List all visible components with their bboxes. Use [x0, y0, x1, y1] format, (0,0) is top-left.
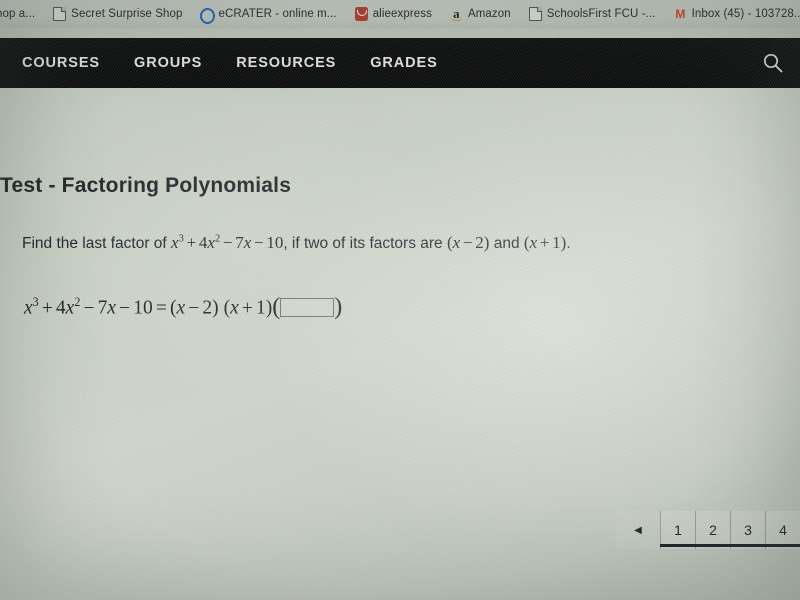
- site-navigation-bar: COURSES GROUPS RESOURCES GRADES: [0, 38, 800, 88]
- question-conjunction: and: [489, 235, 524, 252]
- pagination: ◀ 1 2 3 4: [616, 511, 800, 549]
- gmail-m-icon: M: [675, 7, 685, 21]
- equation-left-side: x3 +4x2−7x −10 = (x −2) (x +1): [24, 295, 273, 319]
- bookmark-gmail-inbox[interactable]: M Inbox (45) - 103728...: [665, 3, 800, 25]
- question-factor-2: (x +1): [523, 233, 567, 252]
- quiz-content-area: Test - Factoring Polynomials Find the la…: [0, 88, 800, 600]
- triangle-left-icon: ◀: [634, 524, 642, 536]
- bookmark-schoolsfirst-fcu[interactable]: SchoolsFirst FCU -...: [520, 3, 665, 25]
- bookmark-aliexpress[interactable]: alieexpress: [346, 3, 441, 25]
- nav-item-resources[interactable]: RESOURCES: [219, 38, 353, 88]
- bookmark-amazon[interactable]: a Amazon: [441, 3, 520, 25]
- page-icon: [528, 7, 542, 21]
- amazon-a-icon: a: [450, 7, 463, 21]
- bookmark-label: Secret Surprise Shop: [71, 8, 183, 20]
- question-statement: Find the last factor of x3 +4x2−7x −10, if…: [22, 233, 571, 253]
- aliexpress-icon: [354, 7, 368, 21]
- answer-equation-row: x3 +4x2−7x −10 = (x −2) (x +1)(): [24, 295, 342, 320]
- nav-item-groups[interactable]: GROUPS: [117, 38, 219, 88]
- bookmark-label: eCRATER - online m...: [218, 8, 337, 20]
- page-icon: [53, 7, 67, 21]
- browser-bookmarks-bar: hop a... Secret Surprise Shop eCRATER - …: [0, 0, 800, 28]
- nav-item-courses[interactable]: COURSES: [5, 38, 117, 88]
- pagination-prev-button[interactable]: ◀: [616, 511, 660, 549]
- bookmark-shop-a[interactable]: hop a...: [0, 3, 44, 25]
- bookmark-label: SchoolsFirst FCU -...: [546, 8, 656, 20]
- question-factor-1: (x −2): [446, 233, 490, 252]
- search-icon[interactable]: [762, 52, 784, 74]
- pagination-underline: [660, 544, 800, 547]
- bookmark-label: Inbox (45) - 103728...: [691, 8, 800, 20]
- bookmark-label: Amazon: [467, 8, 511, 20]
- question-polynomial: x3 +4x2−7x −10: [171, 233, 284, 252]
- question-middle: , if two of its factors are: [283, 235, 447, 252]
- bookmark-secret-surprise-shop[interactable]: Secret Surprise Shop: [44, 3, 191, 25]
- bookmark-label: hop a...: [0, 8, 36, 20]
- answer-open-paren: (: [272, 294, 281, 321]
- page-title: Test - Factoring Polynomials: [0, 174, 292, 198]
- monitor-photo-screen: hop a... Secret Surprise Shop eCRATER - …: [0, 0, 800, 600]
- question-prefix: Find the last factor of: [22, 235, 172, 252]
- nav-items-group: COURSES GROUPS RESOURCES GRADES: [0, 38, 455, 88]
- question-suffix: .: [566, 235, 571, 252]
- answer-input[interactable]: [280, 297, 335, 317]
- bookmark-label: alieexpress: [372, 8, 432, 20]
- bookmark-ecrater[interactable]: eCRATER - online m...: [191, 3, 345, 25]
- nav-item-grades[interactable]: GRADES: [353, 38, 454, 88]
- answer-close-paren: ): [334, 294, 343, 321]
- ecrater-ring-icon: [200, 7, 216, 24]
